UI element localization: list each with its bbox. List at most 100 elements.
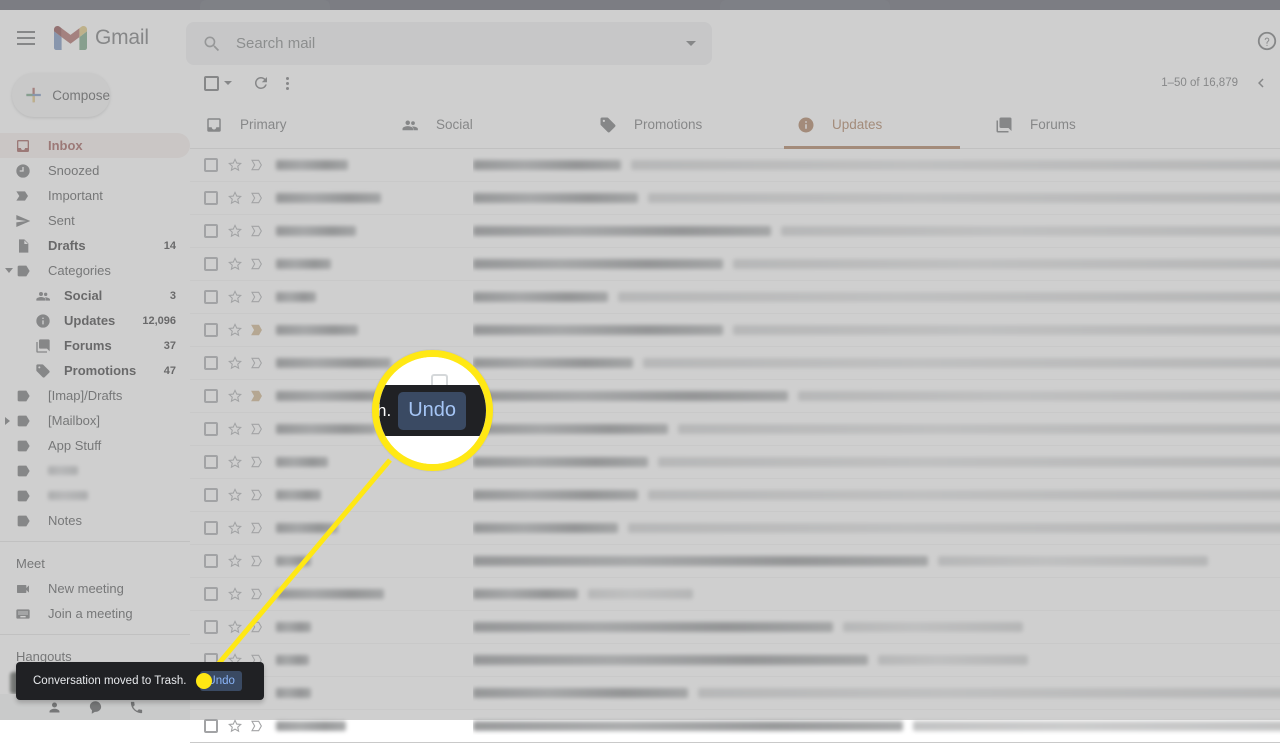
important-marker-icon[interactable] <box>250 454 266 470</box>
sidebar-item-social[interactable]: Social 3 <box>0 283 190 308</box>
table-row[interactable] <box>190 677 1280 710</box>
help-circle-icon[interactable] <box>1256 30 1278 52</box>
row-checkbox[interactable] <box>204 224 218 238</box>
star-icon[interactable] <box>227 256 243 272</box>
sidebar-item-categories[interactable]: Categories <box>0 258 190 283</box>
sidebar-item-important[interactable]: Important <box>0 183 190 208</box>
star-icon[interactable] <box>227 157 243 173</box>
important-marker-icon[interactable] <box>250 322 266 338</box>
row-checkbox[interactable] <box>204 356 218 370</box>
important-marker-icon[interactable] <box>250 553 266 569</box>
table-row[interactable] <box>190 149 1280 182</box>
expander-down-icon[interactable] <box>5 268 13 273</box>
sidebar-item-inbox[interactable]: Inbox <box>0 133 190 158</box>
table-row[interactable] <box>190 215 1280 248</box>
hamburger-menu-icon[interactable] <box>14 26 38 50</box>
important-marker-icon[interactable] <box>250 619 266 635</box>
star-icon[interactable] <box>227 190 243 206</box>
refresh-icon[interactable] <box>252 74 270 92</box>
table-row[interactable] <box>190 347 1280 380</box>
table-row[interactable] <box>190 644 1280 677</box>
row-checkbox[interactable] <box>204 422 218 436</box>
table-row[interactable] <box>190 248 1280 281</box>
row-checkbox[interactable] <box>204 719 218 733</box>
compose-button[interactable]: Compose <box>12 73 110 117</box>
star-icon[interactable] <box>227 289 243 305</box>
star-icon[interactable] <box>227 322 243 338</box>
sidebar-item-imap-drafts[interactable]: [Imap]/Drafts <box>0 383 190 408</box>
table-row[interactable] <box>190 413 1280 446</box>
important-marker-icon[interactable] <box>250 421 266 437</box>
star-icon[interactable] <box>227 553 243 569</box>
star-icon[interactable] <box>227 355 243 371</box>
row-checkbox[interactable] <box>204 521 218 535</box>
browser-tab[interactable] <box>720 0 890 10</box>
search-options-chevron-down-icon[interactable] <box>686 41 696 46</box>
tab-social[interactable]: Social <box>388 101 586 148</box>
meet-item-new-meeting[interactable]: New meeting <box>0 576 190 601</box>
browser-tab[interactable] <box>200 0 330 10</box>
star-icon[interactable] <box>227 454 243 470</box>
gmail-logo[interactable]: Gmail <box>54 25 149 51</box>
table-row[interactable] <box>190 314 1280 347</box>
tab-updates[interactable]: Updates <box>784 101 982 149</box>
important-marker-icon[interactable] <box>250 718 266 734</box>
more-vertical-icon[interactable] <box>286 76 289 90</box>
select-all-chevron-down-icon[interactable] <box>224 81 232 85</box>
row-checkbox[interactable] <box>204 389 218 403</box>
sidebar-item-redacted-14[interactable] <box>0 483 190 508</box>
sidebar-item-drafts[interactable]: Drafts 14 <box>0 233 190 258</box>
star-icon[interactable] <box>227 388 243 404</box>
contacts-person-icon[interactable] <box>47 700 62 715</box>
sidebar-item-promotions[interactable]: Promotions 47 <box>0 358 190 383</box>
sidebar-item-mailbox[interactable]: [Mailbox] <box>0 408 190 433</box>
sidebar-item-snoozed[interactable]: Snoozed <box>0 158 190 183</box>
sidebar-item-updates[interactable]: Updates 12,096 <box>0 308 190 333</box>
star-icon[interactable] <box>227 718 243 734</box>
search-input[interactable] <box>236 35 686 52</box>
phone-icon[interactable] <box>129 700 144 715</box>
close-x-icon[interactable] <box>262 674 264 688</box>
table-row[interactable] <box>190 479 1280 512</box>
row-checkbox[interactable] <box>204 488 218 502</box>
select-all-checkbox[interactable] <box>204 75 219 91</box>
row-checkbox[interactable] <box>204 257 218 271</box>
undo-button[interactable]: Undo <box>200 671 242 691</box>
star-icon[interactable] <box>227 586 243 602</box>
row-checkbox[interactable] <box>204 554 218 568</box>
expander-right-icon[interactable] <box>5 416 10 425</box>
tab-primary[interactable]: Primary <box>190 101 388 148</box>
important-marker-icon[interactable] <box>250 190 266 206</box>
star-icon[interactable] <box>227 421 243 437</box>
important-marker-icon[interactable] <box>250 256 266 272</box>
table-row[interactable] <box>190 446 1280 479</box>
sidebar-item-notes[interactable]: Notes <box>0 508 190 533</box>
table-row[interactable] <box>190 611 1280 644</box>
row-checkbox[interactable] <box>204 455 218 469</box>
tab-forums[interactable]: Forums <box>982 101 1180 148</box>
important-marker-icon[interactable] <box>250 520 266 536</box>
row-checkbox[interactable] <box>204 620 218 634</box>
table-row[interactable] <box>190 380 1280 413</box>
important-marker-icon[interactable] <box>250 157 266 173</box>
sidebar-item-forums[interactable]: Forums 37 <box>0 333 190 358</box>
chat-bubble-icon[interactable] <box>88 700 103 715</box>
star-icon[interactable] <box>227 520 243 536</box>
row-checkbox[interactable] <box>204 587 218 601</box>
table-row[interactable] <box>190 512 1280 545</box>
star-icon[interactable] <box>227 619 243 635</box>
table-row[interactable] <box>190 182 1280 215</box>
important-marker-icon[interactable] <box>250 289 266 305</box>
row-checkbox[interactable] <box>204 191 218 205</box>
important-marker-icon[interactable] <box>250 487 266 503</box>
sidebar-item-redacted-13[interactable] <box>0 458 190 483</box>
meet-item-join-a-meeting[interactable]: Join a meeting <box>0 601 190 626</box>
table-row[interactable] <box>190 545 1280 578</box>
important-marker-icon[interactable] <box>250 355 266 371</box>
row-checkbox[interactable] <box>204 323 218 337</box>
important-marker-icon[interactable] <box>250 586 266 602</box>
star-icon[interactable] <box>227 223 243 239</box>
search-bar[interactable] <box>186 22 712 65</box>
table-row[interactable] <box>190 281 1280 314</box>
sidebar-item-sent[interactable]: Sent <box>0 208 190 233</box>
